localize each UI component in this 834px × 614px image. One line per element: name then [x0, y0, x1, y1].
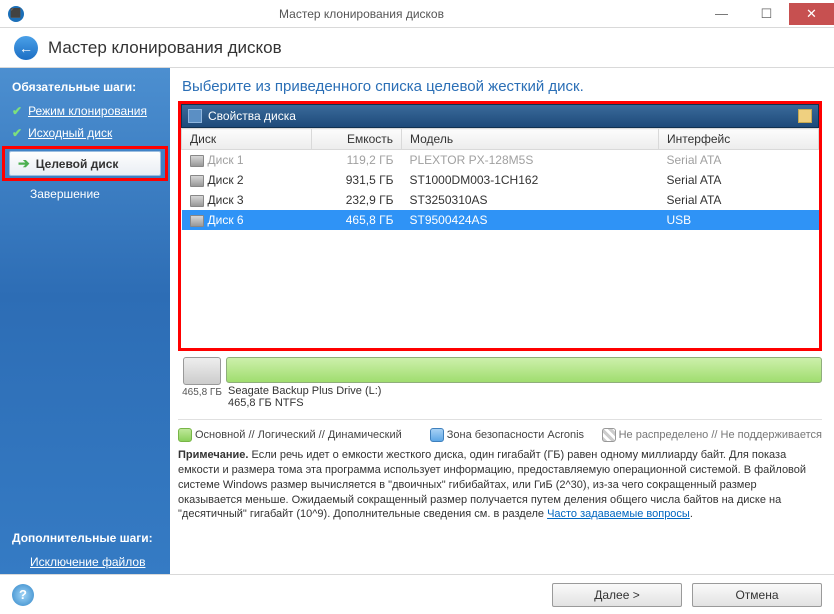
step-label: Завершение [30, 187, 100, 201]
legend-primary-label: Основной // Логический // Динамический [195, 429, 402, 441]
window-controls: — ☐ ✕ [699, 3, 834, 25]
hard-disk-icon [183, 357, 221, 385]
table-row[interactable]: Диск 3232,9 ГБST3250310ASSerial ATA [182, 190, 819, 210]
check-icon: ✔ [12, 126, 22, 140]
active-step-highlight: ➔ Целевой диск [2, 146, 168, 181]
instruction-text: Выберите из приведенного списка целевой … [178, 78, 822, 95]
additional-steps-heading: Дополнительные шаги: [0, 525, 170, 551]
disk-list-panel: Свойства диска Диск Емкость Модель Интер… [178, 101, 822, 351]
step-label: Целевой диск [36, 157, 119, 171]
disk-properties-header: Свойства диска [181, 104, 819, 128]
disk-icon [190, 155, 204, 167]
note-after: . [690, 508, 693, 520]
disk-icon [190, 195, 204, 207]
volume-detail: 465,8 ГБ NTFS [226, 397, 822, 409]
table-header-row: Диск Емкость Модель Интерфейс [182, 129, 819, 150]
wizard-sidebar: Обязательные шаги: ✔ Режим клонирования … [0, 68, 170, 574]
volume-name: Seagate Backup Plus Drive (L:) [226, 385, 822, 397]
step-label: Режим клонирования [28, 104, 147, 118]
step-clone-mode[interactable]: ✔ Режим клонирования [0, 100, 170, 122]
arrow-right-icon: ➔ [18, 155, 30, 172]
disk-properties-icon [188, 109, 202, 123]
col-interface[interactable]: Интерфейс [659, 129, 819, 150]
app-icon: ⬛ [8, 6, 24, 22]
table-row[interactable]: Диск 6465,8 ГБST9500424ASUSB [182, 210, 819, 230]
maximize-button[interactable]: ☐ [744, 3, 789, 25]
legend-zone-icon [430, 428, 444, 442]
faq-link[interactable]: Часто задаваемые вопросы [547, 508, 690, 520]
step-exclude-files[interactable]: Исключение файлов [0, 551, 170, 573]
disk-table: Диск Емкость Модель Интерфейс Диск 1119,… [181, 128, 819, 230]
capacity-note: Примечание. Если речь идет о емкости жес… [178, 448, 822, 522]
table-row[interactable]: Диск 2931,5 ГБST1000DM003-1CH162Serial A… [182, 170, 819, 190]
legend-primary-icon [178, 428, 192, 442]
wizard-content: Выберите из приведенного списка целевой … [170, 68, 834, 574]
step-finish[interactable]: Завершение [0, 183, 170, 205]
disk-capacity-label: 465,8 ГБ [178, 387, 226, 398]
volume-bar[interactable] [226, 357, 822, 383]
wizard-footer: ? Далее > Отмена [0, 574, 834, 614]
minimize-button[interactable]: — [699, 3, 744, 25]
help-icon[interactable]: ? [12, 584, 34, 606]
close-button[interactable]: ✕ [789, 3, 834, 25]
wizard-header: ← Мастер клонирования дисков [0, 28, 834, 68]
back-button[interactable]: ← [14, 36, 38, 60]
col-capacity[interactable]: Емкость [312, 129, 402, 150]
panel-title: Свойства диска [208, 109, 296, 123]
table-row[interactable]: Диск 1119,2 ГБPLEXTOR PX-128M5SSerial AT… [182, 150, 819, 171]
cancel-button[interactable]: Отмена [692, 583, 822, 607]
disk-icon [190, 215, 204, 227]
step-target-disk[interactable]: ➔ Целевой диск [9, 151, 161, 176]
wizard-title: Мастер клонирования дисков [48, 38, 282, 58]
titlebar: ⬛ Мастер клонирования дисков — ☐ ✕ [0, 0, 834, 28]
step-label: Исходный диск [28, 126, 112, 140]
note-bold: Примечание. [178, 449, 248, 461]
legend-unallocated-icon [602, 428, 616, 442]
check-icon: ✔ [12, 104, 22, 118]
legend-zone-label: Зона безопасности Acronis [447, 429, 584, 441]
disk-layout-bar: 465,8 ГБ Seagate Backup Plus Drive (L:) … [178, 357, 822, 409]
window-title: Мастер клонирования дисков [24, 7, 699, 21]
disk-capacity-icon: 465,8 ГБ [178, 357, 226, 398]
legend-unallocated-label: Не распределено // Не поддерживается [619, 429, 822, 441]
col-disk[interactable]: Диск [182, 129, 312, 150]
required-steps-heading: Обязательные шаги: [0, 74, 170, 100]
next-button[interactable]: Далее > [552, 583, 682, 607]
note-text: Если речь идет о емкости жесткого диска,… [178, 449, 806, 520]
step-source-disk[interactable]: ✔ Исходный диск [0, 122, 170, 144]
col-model[interactable]: Модель [402, 129, 659, 150]
step-label: Исключение файлов [30, 555, 145, 569]
disk-icon [190, 175, 204, 187]
edit-columns-icon[interactable] [798, 109, 812, 123]
partition-legend: Основной // Логический // Динамический З… [178, 419, 822, 442]
